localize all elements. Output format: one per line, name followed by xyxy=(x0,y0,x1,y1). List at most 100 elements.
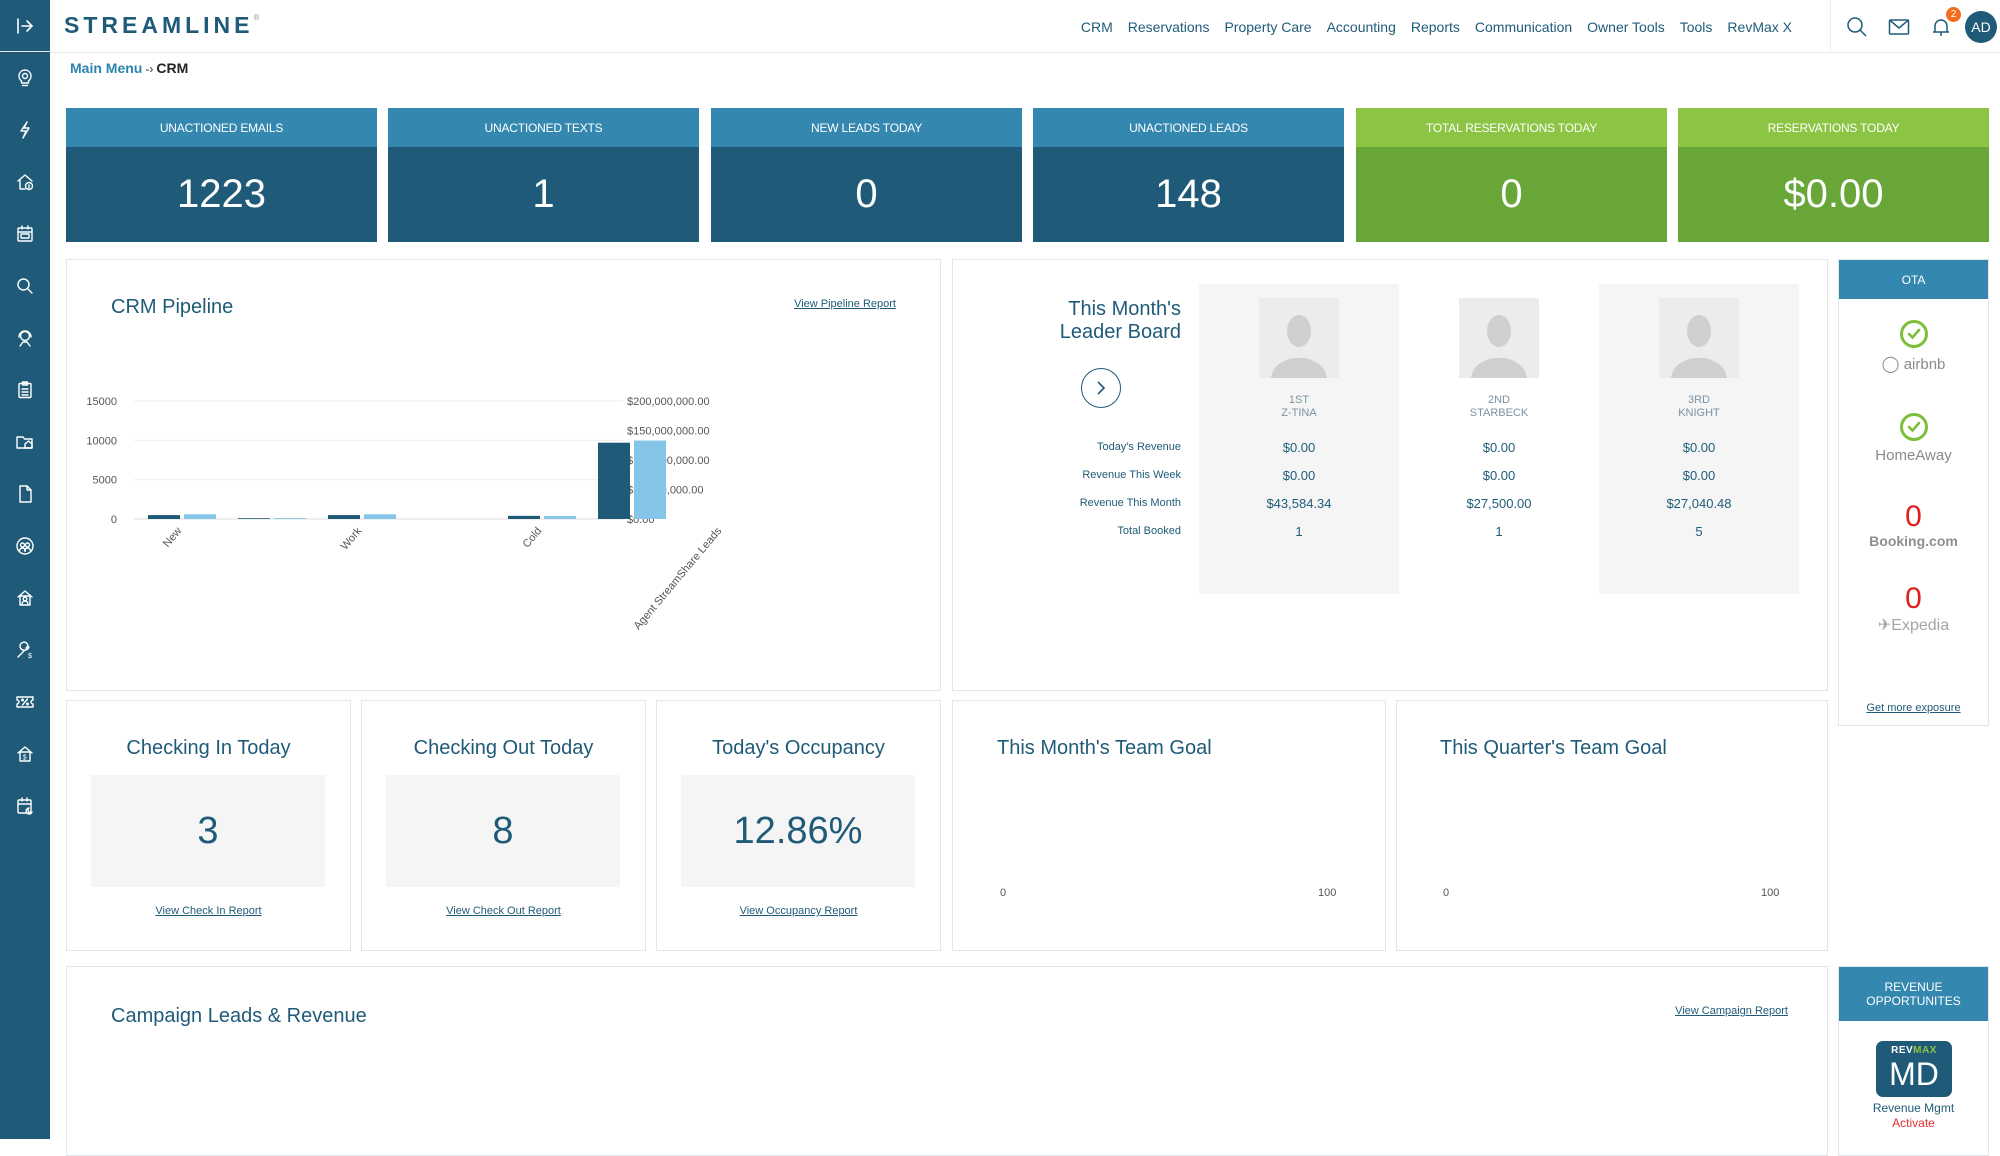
ota-expedia[interactable]: 0 ✈Expedia xyxy=(1839,582,1988,635)
revmax-md-logo[interactable]: REVMAX MD xyxy=(1876,1041,1952,1097)
revmax-logo-top: REVMAX xyxy=(1876,1041,1952,1056)
revenue-opportunities-header: REVENUE OPPORTUNITES xyxy=(1839,967,1988,1021)
revmax-md: MD xyxy=(1889,1056,1939,1092)
sidebar: $ $ xyxy=(0,0,50,1139)
sidebar-item-promotions[interactable] xyxy=(0,684,50,720)
nav-owner-tools[interactable]: Owner Tools xyxy=(1587,19,1665,35)
nav-tools[interactable]: Tools xyxy=(1680,19,1713,35)
kpi-unactioned-emails[interactable]: UNACTIONED EMAILS 1223 xyxy=(66,108,377,242)
airbnb-logo-icon: ◯ xyxy=(1881,356,1900,373)
kpi-unactioned-texts[interactable]: UNACTIONED TEXTS 1 xyxy=(388,108,699,242)
leader-revenue-this-month: $27,040.48 xyxy=(1666,496,1732,511)
connected-check-icon xyxy=(1899,413,1928,441)
sidebar-item-calendar[interactable] xyxy=(0,216,50,252)
left-axis-tick-label: 5000 xyxy=(93,475,117,487)
nav-crm[interactable]: CRM xyxy=(1081,19,1113,35)
person-placeholder-icon xyxy=(1271,315,1327,378)
sidebar-item-search[interactable] xyxy=(0,268,50,304)
kpi-label: UNACTIONED EMAILS xyxy=(66,108,377,147)
mail-icon[interactable] xyxy=(1887,15,1911,39)
goal-title: This Quarter's Team Goal xyxy=(1440,737,1667,759)
streamline-logo[interactable]: STREAMLINE® xyxy=(64,12,259,39)
row-label-revenue-this-month: Revenue This Month xyxy=(1079,497,1181,509)
sidebar-item-property-info[interactable] xyxy=(0,164,50,200)
ota-homeaway[interactable]: HomeAway xyxy=(1839,413,1988,464)
leader-rank-label: 2ND xyxy=(1487,394,1510,406)
row-label-total-booked: Total Booked xyxy=(1117,525,1181,537)
leader-todays-revenue: $0.00 xyxy=(1282,440,1316,455)
leader-revenue-this-month: $43,584.34 xyxy=(1266,496,1332,511)
top-bar: STREAMLINE® CRM Reservations Property Ca… xyxy=(50,0,2000,53)
view-check-in-report-link[interactable]: View Check In Report xyxy=(155,905,261,917)
ota-listing-count: 0 xyxy=(1905,500,1922,533)
category-label: Agent StreamShare Leads xyxy=(632,525,725,632)
bar-revenue xyxy=(544,516,576,519)
breadcrumb-main-menu[interactable]: Main Menu xyxy=(70,60,142,76)
leader-rank: 1ST Z-TINA xyxy=(1199,394,1399,420)
sidebar-item-owner-portal[interactable] xyxy=(0,580,50,616)
row-label-revenue-this-week: Revenue This Week xyxy=(1082,469,1181,481)
right-axis-tick-label: $150,000,000.00 xyxy=(627,426,710,438)
nav-communication[interactable]: Communication xyxy=(1475,19,1572,35)
next-leaders-button[interactable] xyxy=(1081,368,1121,408)
ota-airbnb[interactable]: ◯ airbnb xyxy=(1839,320,1988,374)
campaign-title: Campaign Leads & Revenue xyxy=(111,1005,367,1027)
kpi-unactioned-leads[interactable]: UNACTIONED LEADS 148 xyxy=(1033,108,1344,242)
sidebar-item-maintenance[interactable]: $ xyxy=(0,632,50,668)
goal-title: This Month's Team Goal xyxy=(997,737,1212,759)
leader-revenue-this-week: $0.00 xyxy=(1482,468,1516,483)
ota-panel: OTA ◯ airbnb HomeAway 0 Booking.com 0 ✈E… xyxy=(1838,259,1989,726)
row-label-todays-revenue: Today's Revenue xyxy=(1096,441,1181,453)
sidebar-expand-button[interactable] xyxy=(0,0,50,52)
search-icon[interactable] xyxy=(1845,15,1869,39)
view-check-out-report-link[interactable]: View Check Out Report xyxy=(446,905,561,917)
sidebar-item-documents[interactable] xyxy=(0,476,50,512)
view-campaign-report-link[interactable]: View Campaign Report xyxy=(1675,1005,1788,1017)
ota-listing-count: 0 xyxy=(1905,582,1922,615)
kpi-total-reservations-today[interactable]: TOTAL RESERVATIONS TODAY 0 xyxy=(1356,108,1667,242)
sidebar-item-support[interactable] xyxy=(0,320,50,356)
main-nav: CRM Reservations Property Care Accountin… xyxy=(1081,0,1792,53)
kpi-value: 1223 xyxy=(66,147,377,242)
nav-revmax-x[interactable]: RevMax X xyxy=(1727,19,1792,35)
ota-name: Booking.com xyxy=(1869,533,1958,549)
leader-revenue-this-week: $0.00 xyxy=(1282,468,1316,483)
sidebar-item-owners[interactable] xyxy=(0,528,50,564)
nav-property-care[interactable]: Property Care xyxy=(1224,19,1311,35)
sidebar-item-owner-statements[interactable]: $ xyxy=(0,736,50,772)
user-avatar[interactable]: AD xyxy=(1965,10,1997,43)
leader-revenue-this-week: $0.00 xyxy=(1682,468,1716,483)
sidebar-item-night-audit[interactable] xyxy=(0,788,50,824)
leader-name: Z-TINA xyxy=(1281,407,1317,419)
goal-min: 0 xyxy=(1443,887,1450,899)
nav-reports[interactable]: Reports xyxy=(1411,19,1460,35)
sidebar-item-tasks[interactable] xyxy=(0,372,50,408)
notifications-button[interactable]: 2 xyxy=(1929,6,1961,39)
stat-title: Checking In Today xyxy=(126,737,291,759)
breadcrumb-current: CRM xyxy=(156,60,189,76)
chevron-right-icon xyxy=(1097,381,1106,395)
leader-total-booked: 5 xyxy=(1695,524,1703,539)
category-label: New xyxy=(161,525,184,550)
kpi-reservations-revenue-today[interactable]: RESERVATIONS TODAY $0.00 xyxy=(1678,108,1989,242)
ota-booking[interactable]: 0 Booking.com xyxy=(1839,500,1988,550)
kpi-value: 0 xyxy=(1356,147,1667,242)
sidebar-item-property-files[interactable] xyxy=(0,424,50,460)
ota-header: OTA xyxy=(1839,260,1988,299)
activate-link[interactable]: Activate xyxy=(1839,1116,1988,1130)
leader-board-labels: This Month's Leader Board Today's Revenue… xyxy=(953,260,1181,692)
bar-leads xyxy=(598,442,630,519)
sidebar-item-quick-actions[interactable] xyxy=(0,112,50,148)
view-occupancy-report-link[interactable]: View Occupancy Report xyxy=(740,905,858,917)
sidebar-item-ideas[interactable] xyxy=(0,60,50,96)
expedia-plane-icon: ✈ xyxy=(1877,617,1892,634)
nav-reservations[interactable]: Reservations xyxy=(1128,19,1210,35)
kpi-new-leads-today[interactable]: NEW LEADS TODAY 0 xyxy=(711,108,1022,242)
nav-accounting[interactable]: Accounting xyxy=(1327,19,1396,35)
bar-leads xyxy=(148,515,180,519)
get-more-exposure-link[interactable]: Get more exposure xyxy=(1866,702,1960,714)
leader-todays-revenue: $0.00 xyxy=(1682,440,1716,455)
lightning-icon xyxy=(20,121,30,139)
goal-min: 0 xyxy=(1000,887,1007,899)
connected-check-icon xyxy=(1899,320,1928,348)
